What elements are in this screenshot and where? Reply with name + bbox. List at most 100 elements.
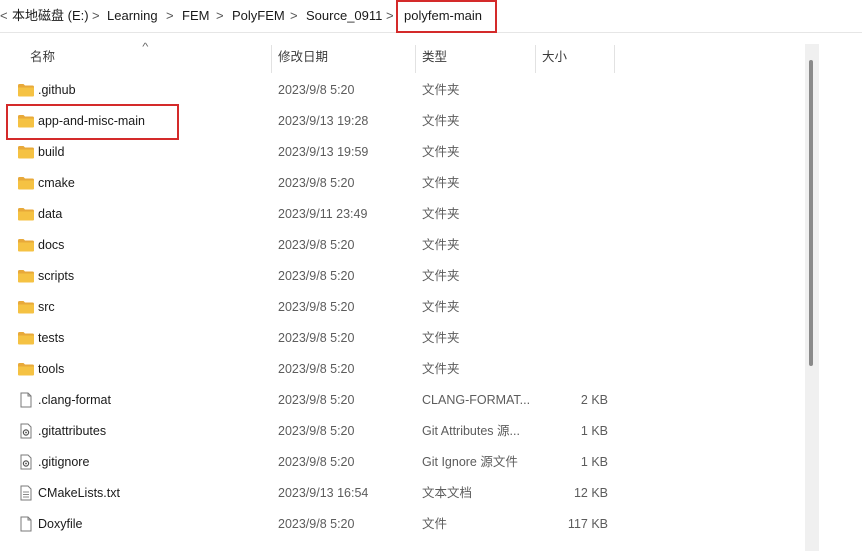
file-size [536,199,608,230]
file-date: 2023/9/8 5:20 [278,238,355,252]
folder-icon [17,144,35,160]
file-row[interactable]: cmake 2023/9/8 5:20 文件夹 [0,168,805,199]
file-size [536,292,608,323]
file-name: docs [38,238,65,252]
folder-icon [17,330,35,346]
file-date: 2023/9/8 5:20 [278,269,355,283]
column-header-type[interactable]: 类型 [416,40,534,73]
sort-ascending-icon: ^ [142,42,149,53]
file-name: data [38,207,63,221]
file-type: CLANG-FORMAT... [422,393,531,407]
file-size [536,168,608,199]
file-size: 2 KB [580,393,608,407]
file-type: 文件夹 [422,114,460,128]
blank-file-icon [17,516,35,532]
file-row[interactable]: CMakeLists.txt 2023/9/13 16:54 文本文档 12 KB [0,478,805,509]
file-row[interactable]: scripts 2023/9/8 5:20 文件夹 [0,261,805,292]
folder-icon [17,237,35,253]
breadcrumb-item-fem[interactable]: FEM [182,7,209,25]
file-size: 117 KB [567,517,608,531]
file-size [536,230,608,261]
folder-icon [17,175,35,191]
chevron-left-icon[interactable]: < [0,7,8,25]
chevron-right-icon[interactable]: > [216,7,224,25]
text-file-icon [17,485,35,501]
folder-icon [17,361,35,377]
file-date: 2023/9/13 19:28 [278,114,369,128]
breadcrumb-item-source[interactable]: Source_0911 [306,7,382,25]
file-size [536,354,608,385]
file-type: Git Attributes 源... [422,424,520,438]
file-date: 2023/9/11 23:49 [278,207,368,221]
scrollbar-thumb[interactable] [809,60,813,366]
file-row[interactable]: .github 2023/9/8 5:20 文件夹 [0,75,805,106]
file-name: build [38,145,65,159]
file-row[interactable]: Doxyfile 2023/9/8 5:20 文件 117 KB [0,509,805,540]
chevron-right-icon[interactable]: > [92,7,100,25]
file-date: 2023/9/8 5:20 [278,424,355,438]
file-type: 文件 [422,517,448,531]
file-date: 2023/9/8 5:20 [278,517,355,531]
file-date: 2023/9/13 19:59 [278,145,369,159]
file-type: 文本文档 [422,486,473,500]
file-date: 2023/9/8 5:20 [278,362,355,376]
settings-file-icon [17,454,35,470]
file-name: scripts [38,269,75,283]
file-type: 文件夹 [422,145,460,159]
file-name: CMakeLists.txt [38,486,120,500]
file-date: 2023/9/8 5:20 [278,455,355,469]
file-size [536,323,608,354]
file-name: src [38,300,55,314]
breadcrumb-item-polyfem[interactable]: PolyFEM [232,7,285,25]
file-name: tools [38,362,65,376]
file-row[interactable]: .gitattributes 2023/9/8 5:20 Git Attribute… [0,416,805,447]
file-type: 文件夹 [422,83,460,97]
file-row[interactable]: .clang-format 2023/9/8 5:20 CLANG-FORMAT..… [0,385,805,416]
settings-file-icon [17,423,35,439]
file-date: 2023/9/8 5:20 [278,83,355,97]
column-header-size[interactable]: 大小 [536,40,614,73]
file-type: Git Ignore 源文件 [422,455,518,469]
file-date: 2023/9/8 5:20 [278,331,355,345]
file-type: 文件夹 [422,331,460,345]
chevron-right-icon[interactable]: > [166,7,174,25]
blank-file-icon [17,392,35,408]
file-name: .gitignore [38,455,90,469]
file-size [536,137,608,168]
file-type: 文件夹 [422,269,460,283]
file-date: 2023/9/13 16:54 [278,486,369,500]
file-date: 2023/9/8 5:20 [278,176,355,190]
column-divider[interactable] [614,45,615,73]
chevron-right-icon[interactable]: > [386,7,394,25]
file-row[interactable]: docs 2023/9/8 5:20 文件夹 [0,230,805,261]
chevron-right-icon[interactable]: > [290,7,298,25]
file-row[interactable]: src 2023/9/8 5:20 文件夹 [0,292,805,323]
file-type: 文件夹 [422,362,460,376]
file-type: 文件夹 [422,207,460,221]
folder-icon [17,299,35,315]
column-header-date[interactable]: 修改日期 [272,40,414,73]
file-name: cmake [38,176,75,190]
file-name: .github [38,83,76,97]
file-row[interactable]: tools 2023/9/8 5:20 文件夹 [0,354,805,385]
file-type: 文件夹 [422,300,460,314]
file-row[interactable]: tests 2023/9/8 5:20 文件夹 [0,323,805,354]
file-row[interactable]: data 2023/9/11 23:49 文件夹 [0,199,805,230]
file-row[interactable]: build 2023/9/13 19:59 文件夹 [0,137,805,168]
folder-icon [17,206,35,222]
file-row[interactable]: .gitignore 2023/9/8 5:20 Git Ignore 源文件 1 K… [0,447,805,478]
file-size [536,106,608,137]
file-name: tests [38,331,65,345]
highlight-box [6,104,179,140]
file-type: 文件夹 [422,176,460,190]
folder-icon [17,82,35,98]
highlight-box [396,0,497,33]
folder-icon [17,268,35,284]
file-size: 1 KB [580,424,608,438]
breadcrumb-item-drive[interactable]: 本地磁盘 (E:) [12,7,89,25]
file-size [536,261,608,292]
file-type: 文件夹 [422,238,460,252]
file-date: 2023/9/8 5:20 [278,393,355,407]
column-header-row: 名称 修改日期 类型 大小 [0,40,805,73]
breadcrumb-item-learning[interactable]: Learning [107,7,158,25]
